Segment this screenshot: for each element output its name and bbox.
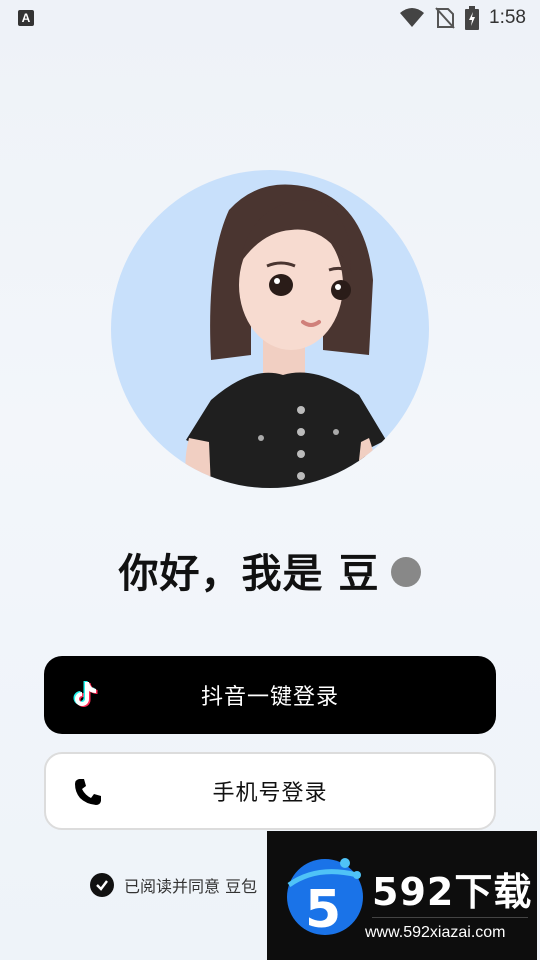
text-app-icon: A [18,10,34,26]
phone-icon [75,779,101,805]
phone-login-label: 手机号登录 [212,781,328,806]
checkbox-checked-icon[interactable] [90,873,114,897]
battery-charging-icon [465,6,480,30]
watermark: 5 592下载 www.592xiazai.com [267,831,537,960]
greeting-text: 你好，我是 豆 [118,551,380,597]
wifi-icon [400,8,425,27]
typing-indicator-dot [391,557,422,587]
avatar [111,170,429,488]
agreement-text: 已阅读并同意 豆包 [124,877,258,896]
no-sim-icon [435,7,455,29]
svg-text:5: 5 [305,880,341,940]
status-time: 1:58 [489,7,526,28]
greeting: 你好，我是 豆 [0,540,540,600]
douyin-login-label: 抖音一键登录 [200,685,339,710]
phone-login-button[interactable]: 手机号登录 [44,752,496,830]
watermark-url: www.592xiazai.com [365,924,506,941]
watermark-brand: 592下载 [372,870,533,914]
watermark-divider [372,917,528,918]
watermark-logo-icon: 5 [287,858,363,940]
status-bar: A 1:58 [0,0,540,36]
agreement[interactable]: 已阅读并同意 豆包 [90,872,257,898]
douyin-login-button[interactable]: 抖音一键登录 [44,656,496,734]
douyin-logo-icon [73,681,98,707]
status-right: 1:58 [399,6,526,30]
cartoon-girl-avatar-icon [185,184,386,488]
